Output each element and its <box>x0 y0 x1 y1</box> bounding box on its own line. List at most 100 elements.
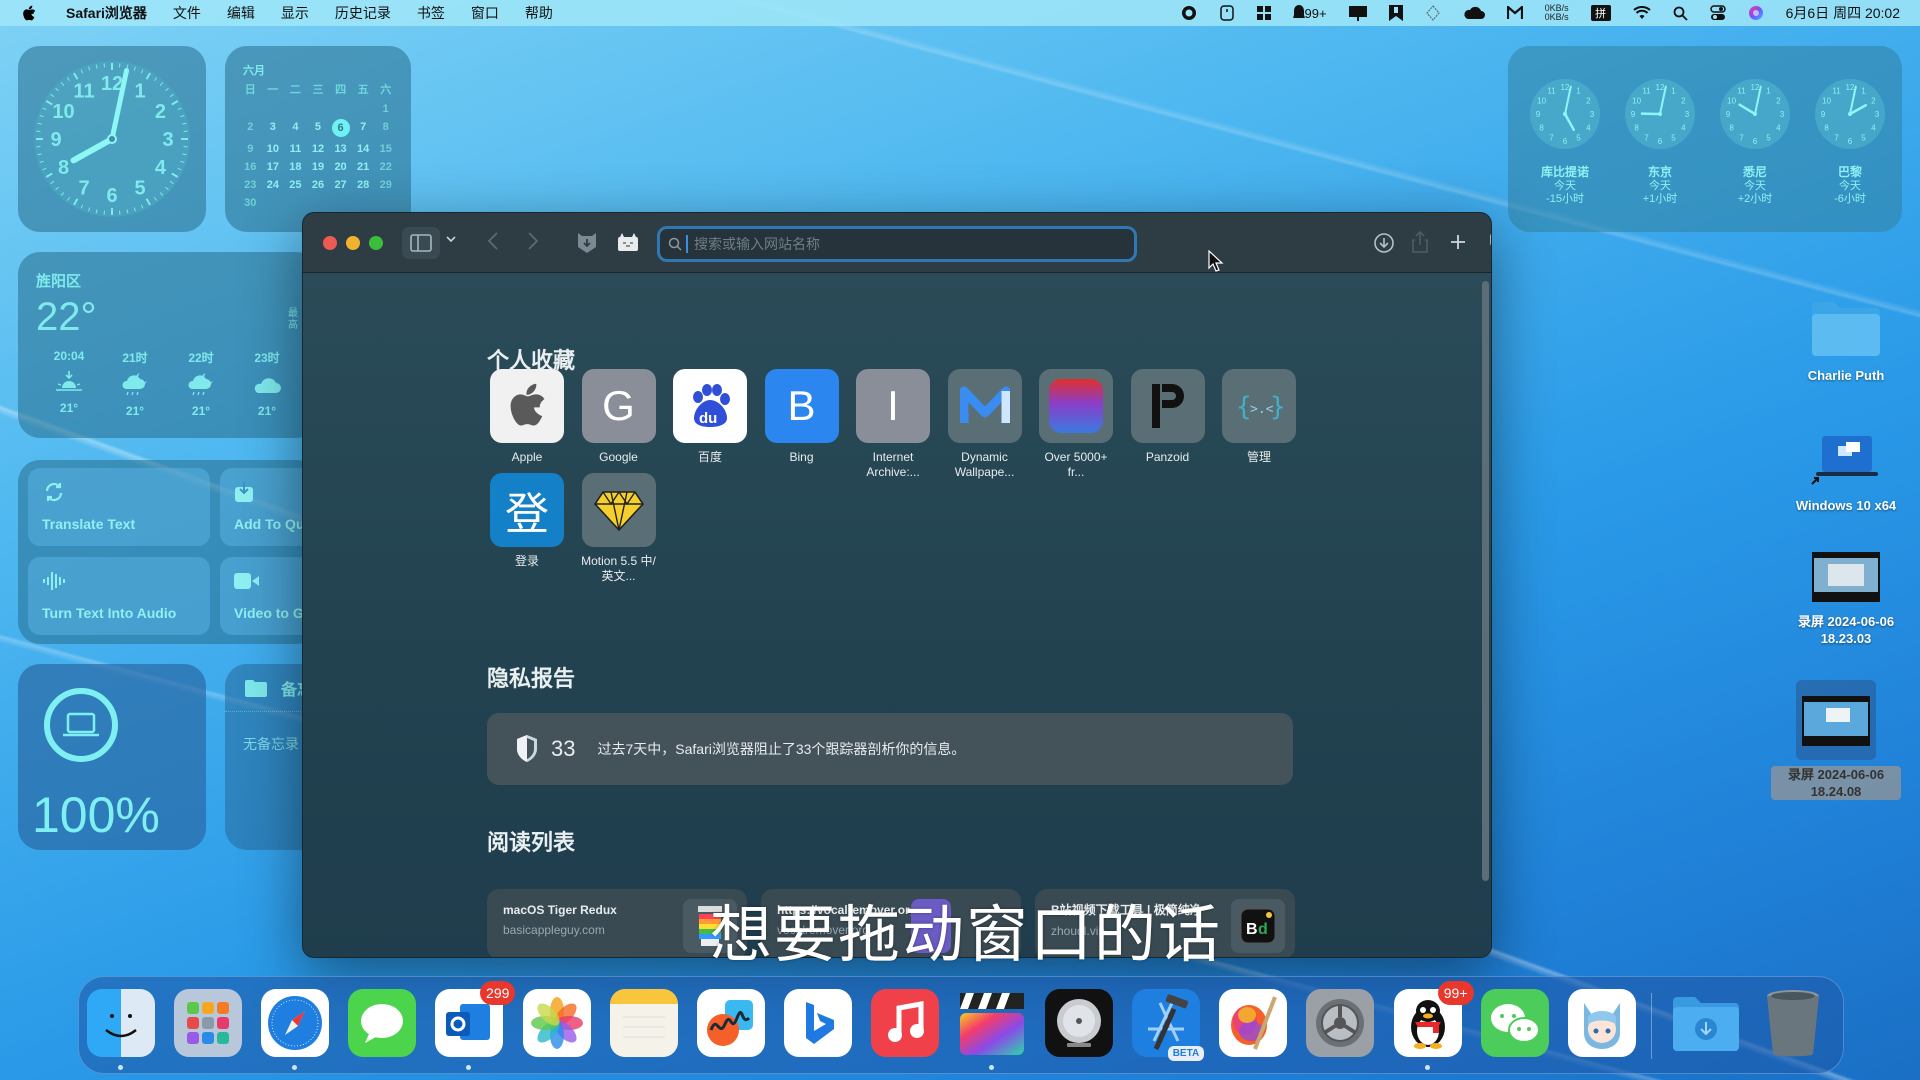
dock-finder[interactable] <box>87 989 155 1057</box>
calendar-day[interactable]: 30 <box>239 197 262 209</box>
dock-music[interactable] <box>870 989 939 1057</box>
calendar-day[interactable]: 18 <box>284 161 307 173</box>
screen-mirror-icon[interactable] <box>1348 5 1367 21</box>
desktop-video-18-24-08[interactable]: 录屏 2024-06-06 18.24.08 <box>1766 680 1906 800</box>
dock-wechat[interactable] <box>1480 989 1549 1057</box>
back-button[interactable] <box>487 231 499 251</box>
weather-widget[interactable]: 旌阳区 22° 最高2 20:04 21° 21时 21° 22时 21° 23时 21° <box>18 252 318 438</box>
calendar-day[interactable]: 4 <box>284 121 307 137</box>
dock-downloads-stack[interactable] <box>1671 989 1739 1057</box>
calendar-day[interactable]: 5 <box>307 121 330 137</box>
close-button[interactable] <box>323 236 337 250</box>
calendar-day[interactable]: 10 <box>262 143 285 155</box>
desktop-folder-charlie-puth[interactable]: Charlie Puth <box>1776 298 1916 384</box>
scrollbar[interactable] <box>1482 281 1489 881</box>
dock-final-cut-pro[interactable] <box>958 989 1026 1057</box>
menu-window[interactable]: 窗口 <box>471 3 499 23</box>
wireless-app-icon[interactable] <box>1425 5 1441 21</box>
mouse-icon[interactable] <box>1219 5 1235 21</box>
record-icon[interactable] <box>1181 5 1197 21</box>
reading-list-item[interactable]: B站视频下载工具 | 极简纯净 zhouql.vip Bd <box>1035 889 1295 957</box>
calendar-day[interactable]: 17 <box>262 161 285 173</box>
calendar-day[interactable]: 23 <box>239 179 262 191</box>
dock-pixelmator-pro[interactable] <box>1219 989 1288 1057</box>
zoom-button[interactable] <box>369 236 383 250</box>
qq-notification-tray[interactable]: 99+ <box>1292 5 1327 21</box>
favorite-item[interactable]: Over 5000+ fr... <box>1030 369 1122 480</box>
calendar-day[interactable]: 21 <box>352 161 375 173</box>
menu-clock[interactable]: 6月6日 周四 20:02 <box>1786 3 1900 23</box>
input-method-icon[interactable]: 拼 <box>1590 5 1611 21</box>
calendar-day[interactable]: 16 <box>239 161 262 173</box>
shortcut-translate-text[interactable]: Translate Text <box>28 468 210 546</box>
menu-history[interactable]: 历史记录 <box>335 3 391 23</box>
favorite-item[interactable]: Panzoid <box>1122 369 1214 465</box>
dock-freeform[interactable] <box>696 989 765 1057</box>
search-input[interactable] <box>694 236 1114 252</box>
gmail-icon[interactable] <box>1506 6 1523 20</box>
calendar-widget[interactable]: 六月 日一二三四五六 1 2 3 4 5 6 7 8 9 10 11 12 13 14 15 16 17 18 19 2… <box>225 46 411 232</box>
dock-launchpad[interactable] <box>174 989 243 1057</box>
calendar-day[interactable]: 20 <box>329 161 352 173</box>
calendar-day[interactable]: 28 <box>352 179 375 191</box>
menu-edit[interactable]: 编辑 <box>227 3 255 23</box>
dock-safari[interactable] <box>261 989 330 1057</box>
dock-trash[interactable] <box>1759 989 1827 1057</box>
bookmark-app-icon[interactable] <box>1388 5 1403 21</box>
world-clock[interactable]: 1 2 3 4 5 6 7 8 9 10 11 12 东京 今天 +1小时 <box>1623 78 1697 232</box>
extension-cat-button[interactable] <box>617 232 639 252</box>
menu-help[interactable]: 帮助 <box>525 3 553 23</box>
address-bar[interactable] <box>657 226 1137 262</box>
battery-widget[interactable]: 100% <box>18 664 206 850</box>
shortcut-turn-text-into-audio[interactable]: Turn Text Into Audio <box>28 557 210 635</box>
privacy-report-card[interactable]: 33 过去7天中，Safari浏览器阻止了33个跟踪器剖析你的信息。 <box>487 713 1293 785</box>
calendar-day[interactable]: 12 <box>307 143 330 155</box>
calendar-day[interactable]: 14 <box>352 143 375 155</box>
reading-list-item[interactable]: macOS Tiger Redux basicappleguy.com <box>487 889 747 957</box>
menu-view[interactable]: 显示 <box>281 3 309 23</box>
dock-bing[interactable] <box>783 989 852 1057</box>
dock-messages[interactable] <box>348 989 417 1057</box>
siri-icon[interactable] <box>1748 5 1764 21</box>
calendar-day[interactable]: 8 <box>374 121 397 137</box>
calendar-day[interactable]: 11 <box>284 143 307 155</box>
world-clock[interactable]: 1 2 3 4 5 6 7 8 9 10 11 12 巴黎 今天 -6小时 <box>1813 78 1887 232</box>
calendar-day[interactable]: 22 <box>374 161 397 173</box>
apple-menu-icon[interactable] <box>22 4 38 22</box>
favorite-item[interactable]: Motion 5.5 中/英文... <box>573 473 665 584</box>
tab-group-dropdown[interactable] <box>446 235 456 243</box>
world-clock[interactable]: 1 2 3 4 5 6 7 8 9 10 11 12 悉尼 今天 +2小时 <box>1718 78 1792 232</box>
calendar-day[interactable]: 1 <box>374 103 397 115</box>
dock-xcode-beta[interactable]: BETA <box>1132 989 1205 1061</box>
calendar-day[interactable]: 24 <box>262 179 285 191</box>
dock-logic-pro[interactable] <box>1045 989 1114 1057</box>
dock-anime-app[interactable] <box>1567 989 1636 1057</box>
favorite-item[interactable]: 登登录 <box>481 473 573 569</box>
favorite-item[interactable]: G Google <box>573 369 665 465</box>
menu-app-name[interactable]: Safari浏览器 <box>66 3 147 23</box>
new-tab-button[interactable] <box>1449 233 1467 251</box>
favorite-item[interactable]: Dynamic Wallpape... <box>939 369 1031 480</box>
menu-file[interactable]: 文件 <box>173 3 201 23</box>
control-center-icon[interactable] <box>1709 5 1726 21</box>
favorite-item[interactable]: du 百度 <box>664 369 756 465</box>
dock-notes[interactable] <box>609 989 678 1057</box>
calendar-day[interactable]: 13 <box>329 143 352 155</box>
favorite-item[interactable]: {>.<} 管理 <box>1213 369 1305 465</box>
dock-photos[interactable] <box>522 989 591 1057</box>
calendar-day[interactable]: 15 <box>374 143 397 155</box>
wifi-icon[interactable] <box>1632 6 1651 20</box>
tab-overview-button[interactable] <box>1489 231 1491 253</box>
share-button[interactable] <box>1411 230 1429 254</box>
calendar-day[interactable]: 3 <box>262 121 285 137</box>
calendar-day[interactable]: 29 <box>374 179 397 191</box>
calendar-day[interactable]: 25 <box>284 179 307 191</box>
desktop-vm-windows10[interactable]: Windows 10 x64 <box>1776 432 1916 514</box>
calendar-day[interactable]: 9 <box>239 143 262 155</box>
favorite-item[interactable]: Apple <box>481 369 573 465</box>
calendar-day[interactable]: 7 <box>352 121 375 137</box>
safari-toolbar[interactable] <box>303 213 1491 273</box>
extension-shield-button[interactable] <box>577 232 597 254</box>
calendar-day[interactable]: 2 <box>239 121 262 137</box>
desktop-video-18-23-03[interactable]: 录屏 2024-06-06 18.23.03 <box>1776 548 1916 647</box>
